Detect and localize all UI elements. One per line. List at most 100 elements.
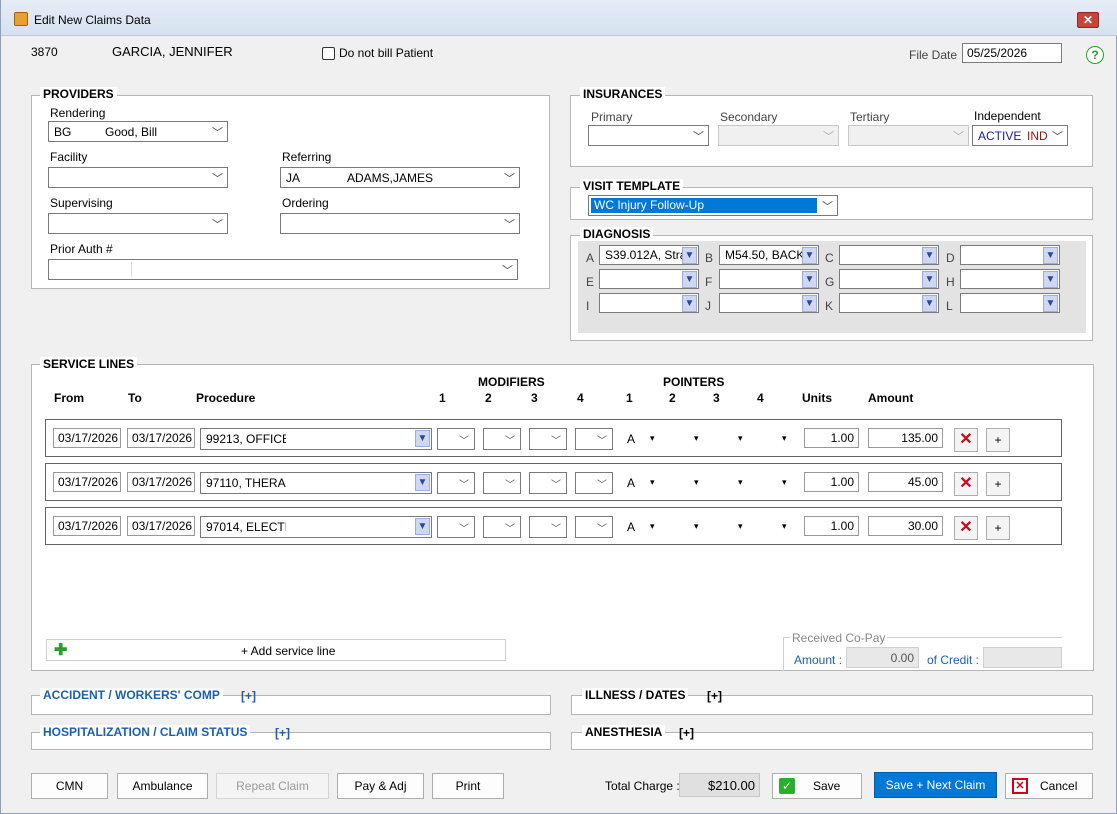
from-date-field[interactable]: 03/17/2026 (53, 472, 121, 492)
pointer-dropdown-icon[interactable]: ▾ (650, 521, 655, 532)
diagnosis-select-f[interactable]: ▼ (719, 269, 819, 289)
diagnosis-select-h[interactable]: ▼ (960, 269, 1060, 289)
modifier-select[interactable]: ﹀ (529, 472, 567, 494)
primary-insurance-select[interactable]: ﹀ (588, 125, 709, 146)
illness-title[interactable]: ILLNESS / DATES (582, 688, 689, 702)
print-button[interactable]: Print (432, 773, 504, 799)
procedure-select[interactable]: 99213, OFFICE ▼ (200, 428, 432, 450)
close-icon[interactable]: ✕ (1077, 12, 1099, 28)
modifier-select[interactable]: ﹀ (483, 428, 521, 450)
facility-select[interactable]: ﹀ (48, 167, 228, 188)
prior-auth-select[interactable]: ﹀ (48, 259, 518, 280)
pointer-dropdown-icon[interactable]: ▾ (738, 521, 743, 532)
save-button[interactable]: ✓ Save (772, 773, 862, 799)
modifier-select[interactable]: ﹀ (483, 472, 521, 494)
units-field[interactable]: 1.00 (804, 428, 859, 448)
tertiary-insurance-select[interactable]: ﹀ (848, 125, 969, 146)
modifier-select[interactable]: ﹀ (437, 428, 475, 450)
file-date-field[interactable]: 05/25/2026 (962, 43, 1062, 63)
help-icon[interactable]: ? (1086, 46, 1104, 64)
add-service-line-button[interactable]: ✚ + Add service line (46, 639, 506, 661)
pointer-dropdown-icon[interactable]: ▾ (782, 521, 787, 532)
add-line-icon[interactable]: + (986, 472, 1010, 496)
pointer-dropdown-icon[interactable]: ▾ (738, 477, 743, 488)
modifier-select[interactable]: ﹀ (437, 472, 475, 494)
procedure-select[interactable]: 97110, THERAP ▼ (200, 472, 432, 494)
pay-adj-button[interactable]: Pay & Adj (337, 773, 424, 799)
secondary-insurance-select[interactable]: ﹀ (718, 125, 839, 146)
rendering-select[interactable]: BG Good, Bill ﹀ (48, 121, 228, 142)
to-date-field[interactable]: 03/17/2026 (127, 516, 195, 536)
independent-select[interactable]: ACTIVE IND ﹀ (972, 125, 1068, 146)
diagnosis-select-j[interactable]: ▼ (719, 293, 819, 313)
pointer-dropdown-icon[interactable]: ▾ (738, 433, 743, 444)
from-date-field[interactable]: 03/17/2026 (53, 516, 121, 536)
ordering-select[interactable]: ﹀ (280, 213, 520, 234)
modifier-select[interactable]: ﹀ (575, 516, 613, 538)
diagnosis-select-i[interactable]: ▼ (599, 293, 699, 313)
credit-field[interactable] (983, 647, 1062, 668)
amount-field[interactable]: 45.00 (868, 472, 943, 492)
accident-title[interactable]: ACCIDENT / WORKERS' COMP (40, 688, 223, 702)
illness-expand[interactable]: [+] (707, 689, 722, 703)
ambulance-button[interactable]: Ambulance (117, 773, 208, 799)
diagnosis-select-g[interactable]: ▼ (839, 269, 939, 289)
from-date-field[interactable]: 03/17/2026 (53, 428, 121, 448)
modifier-select[interactable]: ﹀ (437, 516, 475, 538)
modifier-select[interactable]: ﹀ (529, 428, 567, 450)
diagnosis-select-b[interactable]: M54.50, BACK PA▼ (719, 245, 819, 265)
pointer-dropdown-icon[interactable]: ▾ (782, 433, 787, 444)
add-line-icon[interactable]: + (986, 428, 1010, 452)
pointer-value[interactable]: A (627, 520, 635, 534)
pointer-dropdown-icon[interactable]: ▾ (694, 521, 699, 532)
pointer-dropdown-icon[interactable]: ▾ (694, 433, 699, 444)
diagnosis-select-d[interactable]: ▼ (960, 245, 1060, 265)
delete-line-icon[interactable]: ✕ (954, 428, 978, 452)
accident-expand[interactable]: [+] (241, 689, 256, 703)
no-bill-label: Do not bill Patient (339, 46, 434, 60)
cancel-button[interactable]: ✕ Cancel (1005, 773, 1093, 799)
cmn-button[interactable]: CMN (31, 773, 108, 799)
to-date-field[interactable]: 03/17/2026 (127, 472, 195, 492)
delete-line-icon[interactable]: ✕ (954, 516, 978, 540)
modifier-select[interactable]: ﹀ (483, 516, 521, 538)
anesthesia-expand[interactable]: [+] (679, 726, 694, 740)
pointer-dropdown-icon[interactable]: ▾ (694, 477, 699, 488)
save-next-claim-button[interactable]: Save + Next Claim (874, 772, 997, 798)
pointer-dropdown-icon[interactable]: ▾ (650, 477, 655, 488)
units-field[interactable]: 1.00 (804, 472, 859, 492)
referring-select[interactable]: JA ADAMS,JAMES ﹀ (280, 167, 520, 188)
amount-field[interactable]: 30.00 (868, 516, 943, 536)
total-charge-label: Total Charge : (605, 779, 680, 793)
diagnosis-select-c[interactable]: ▼ (839, 245, 939, 265)
diagnosis-select-l[interactable]: ▼ (960, 293, 1060, 313)
diagnosis-select-a[interactable]: S39.012A, Strain▼ (599, 245, 699, 265)
pointer-dropdown-icon[interactable]: ▾ (650, 433, 655, 444)
diagnosis-select-k[interactable]: ▼ (839, 293, 939, 313)
visit-template-select[interactable]: WC Injury Follow-Up ﹀ (588, 195, 838, 216)
units-field[interactable]: 1.00 (804, 516, 859, 536)
add-service-line-label: + Add service line (241, 644, 336, 658)
pointer-value[interactable]: A (627, 476, 635, 490)
chevron-down-icon: ▼ (1043, 295, 1058, 312)
pointer-dropdown-icon[interactable]: ▾ (782, 477, 787, 488)
diagnosis-select-e[interactable]: ▼ (599, 269, 699, 289)
amount-field[interactable]: 135.00 (868, 428, 943, 448)
secondary-label: Secondary (720, 110, 778, 124)
repeat-claim-button[interactable]: Repeat Claim (216, 773, 329, 799)
copay-amount-field[interactable]: 0.00 (846, 647, 919, 668)
anesthesia-title[interactable]: ANESTHESIA (582, 725, 666, 739)
hospitalization-expand[interactable]: [+] (275, 726, 290, 740)
to-date-field[interactable]: 03/17/2026 (127, 428, 195, 448)
modifier-select[interactable]: ﹀ (575, 428, 613, 450)
chevron-down-icon: ▼ (802, 271, 817, 288)
pointer-value[interactable]: A (627, 432, 635, 446)
supervising-select[interactable]: ﹀ (48, 213, 228, 234)
modifier-select[interactable]: ﹀ (575, 472, 613, 494)
modifier-select[interactable]: ﹀ (529, 516, 567, 538)
no-bill-checkbox[interactable] (322, 47, 335, 60)
procedure-select[interactable]: 97014, ELECTR ▼ (200, 516, 432, 538)
add-line-icon[interactable]: + (986, 516, 1010, 540)
hospitalization-title[interactable]: HOSPITALIZATION / CLAIM STATUS (40, 725, 251, 739)
delete-line-icon[interactable]: ✕ (954, 472, 978, 496)
